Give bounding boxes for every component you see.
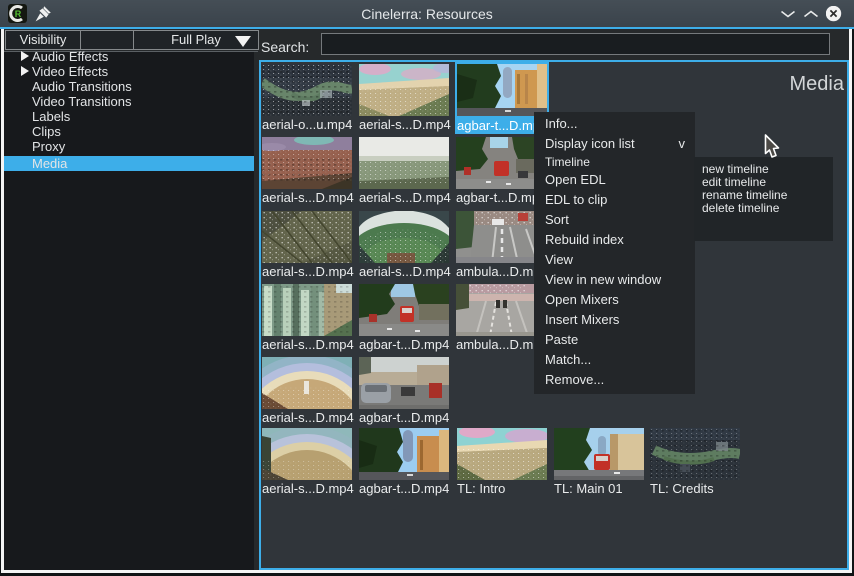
svg-text:R: R (15, 9, 22, 19)
